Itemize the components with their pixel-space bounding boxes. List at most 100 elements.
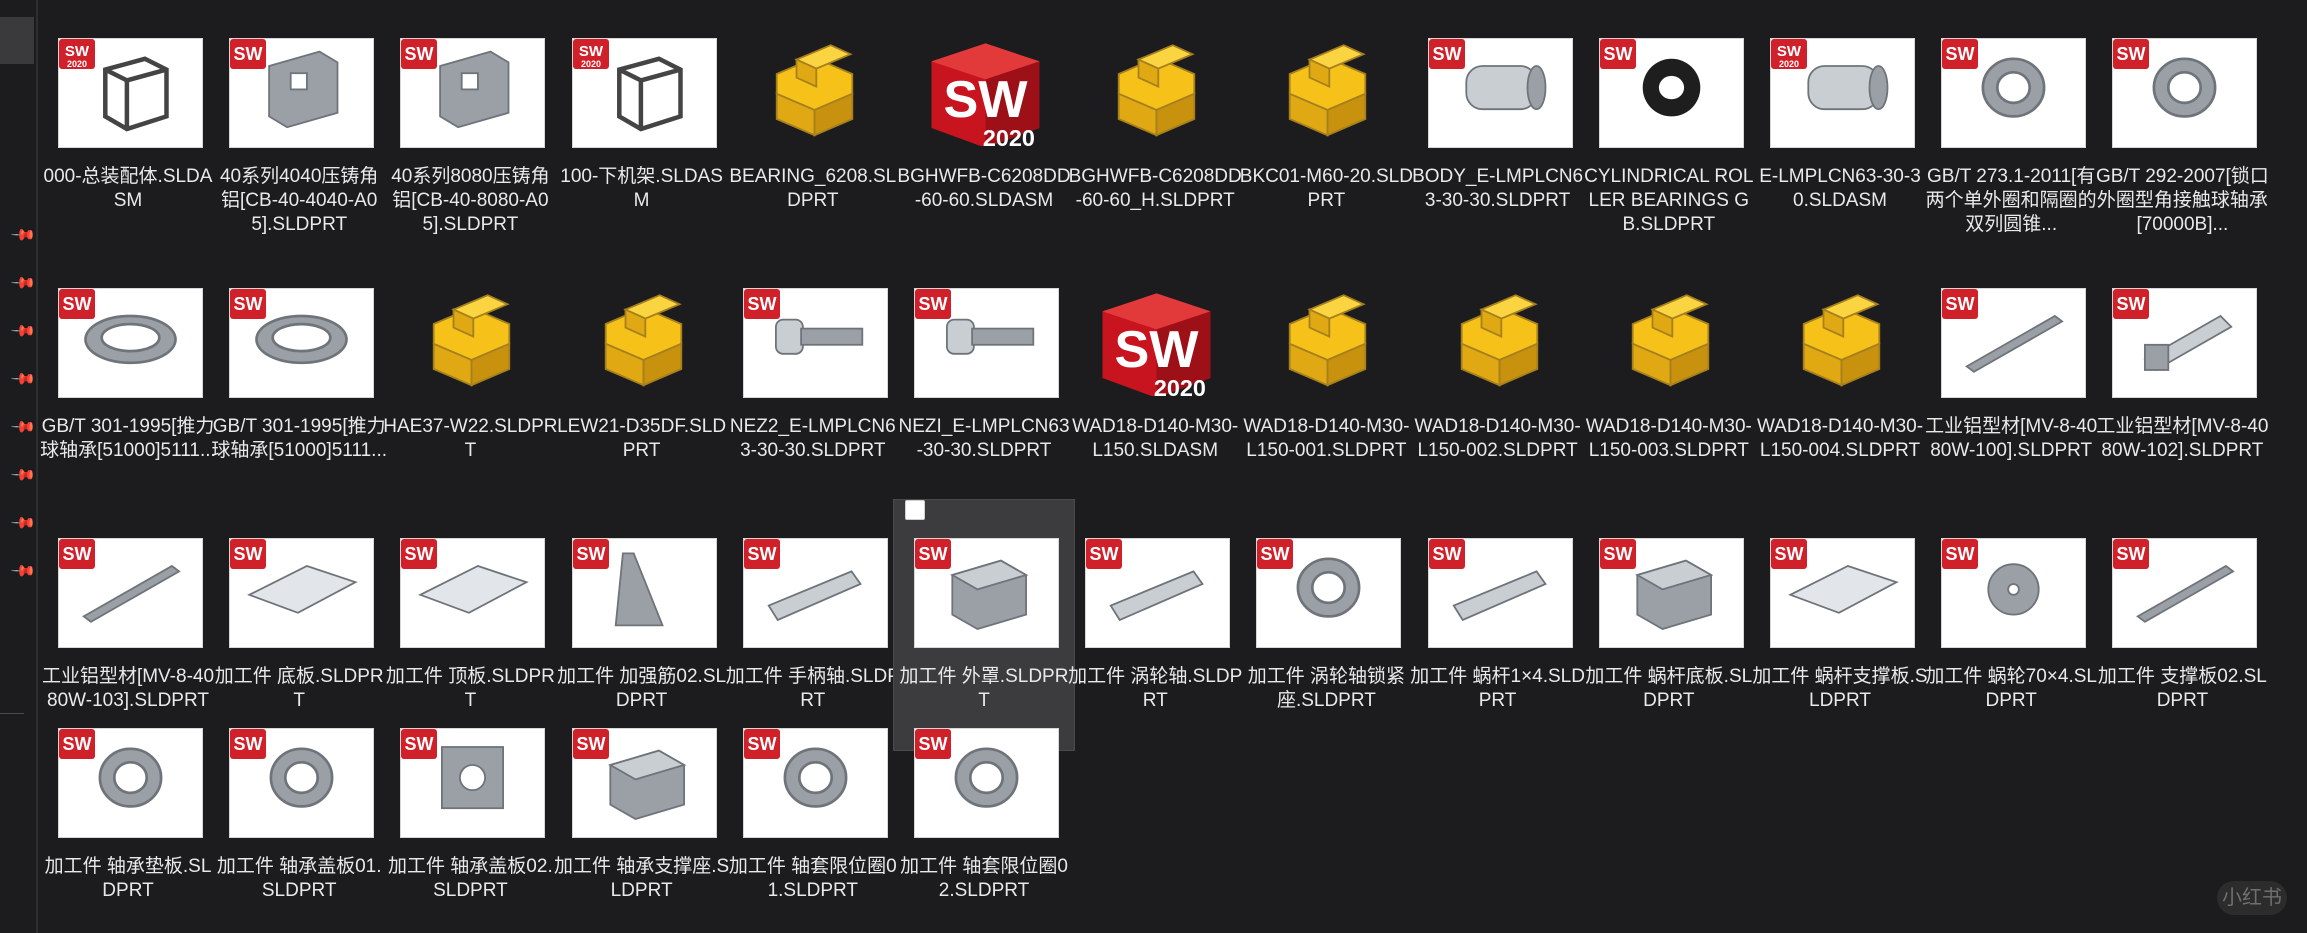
- file-tile[interactable]: HAE37-W22.SLDPRT: [380, 250, 560, 500]
- file-tile[interactable]: SW 加工件 蜗轮70×4.SLDPRT: [1921, 500, 2101, 750]
- screw-thumbnail: SW: [914, 288, 1059, 398]
- svg-text:SW: SW: [405, 44, 434, 64]
- svg-text:SW: SW: [576, 544, 605, 564]
- file-tile[interactable]: SW 2020 100-下机架.SLDASM: [552, 0, 732, 250]
- thrust-bearing-thumbnail: SW: [58, 288, 203, 398]
- file-tile[interactable]: SW NEZ2_E-LMPLCN63-30-30.SLDPRT: [723, 250, 903, 500]
- solidworks-badge-icon: SW: [1771, 539, 1807, 569]
- file-tile[interactable]: LEW21-D35DF.SLDPRT: [552, 250, 732, 500]
- sidebar-selected-item[interactable]: [0, 17, 34, 64]
- pin-icon[interactable]: 📌: [9, 222, 36, 248]
- solidworks-badge-icon: SW: [743, 289, 780, 319]
- file-tile[interactable]: WAD18-D140-M30-L150-003.SLDPRT: [1579, 250, 1759, 500]
- svg-text:SW: SW: [63, 294, 92, 314]
- file-tile[interactable]: SW 加工件 轴承支撑座.SLDPRT: [552, 690, 732, 901]
- file-tile[interactable]: SW GB/T 273.1-2011[有两个单外圈和隔圈的双列圆锥...: [1921, 0, 2101, 250]
- pin-icon[interactable]: 📌: [9, 318, 36, 344]
- part-icon-yellow: [1428, 288, 1571, 396]
- file-name: E-LMPLCN63-30-30.SLDASM: [1759, 166, 1921, 211]
- file-tile[interactable]: WAD18-D140-M30-L150-004.SLDPRT: [1750, 250, 1930, 500]
- file-tile[interactable]: SW 2020 000-总装配体.SLDASM: [38, 0, 218, 250]
- file-tile[interactable]: WAD18-D140-M30-L150-001.SLDPRT: [1236, 250, 1416, 500]
- solidworks-badge-icon: SW: [743, 729, 780, 759]
- coupling-thumbnail: SW 2020: [1770, 38, 1915, 148]
- file-name: 40系列4040压铸角铝[CB-40-4040-A05].SLDPRT: [219, 166, 379, 235]
- svg-text:SW: SW: [2117, 544, 2146, 564]
- solidworks-2020-icon: SW 2020: [914, 38, 1057, 146]
- solidworks-badge-icon: SW: [230, 289, 267, 319]
- file-name: 加工件 轴套限位圈01.SLDPRT: [728, 856, 897, 901]
- file-tile[interactable]: BGHWFB-C6208DD-60-60_H.SLDPRT: [1065, 0, 1245, 250]
- ring-thumbnail: SW: [1256, 538, 1402, 648]
- plate-thumbnail: SW: [229, 538, 375, 648]
- file-tile[interactable]: SW 加工件 支撑板02.SLDPRT: [2092, 500, 2272, 750]
- worm-thumbnail: SW: [1427, 538, 1573, 648]
- pin-icon[interactable]: 📌: [9, 558, 36, 584]
- profile-thumbnail: SW: [1941, 288, 2087, 398]
- svg-text:SW: SW: [1946, 294, 1975, 314]
- file-tile[interactable]: SW 加工件 涡轮轴.SLDPRT: [1065, 500, 1245, 750]
- file-name: 000-总装配体.SLDASM: [43, 166, 213, 211]
- svg-text:SW: SW: [405, 734, 434, 754]
- file-tile[interactable]: BKC01-M60-20.SLDPRT: [1236, 0, 1416, 250]
- part-icon-yellow: [743, 38, 886, 146]
- solidworks-badge-icon: SW: [230, 39, 267, 69]
- part-icon-yellow: [1256, 288, 1399, 396]
- file-tile[interactable]: SW 加工件 涡轮轴锁紧座.SLDPRT: [1236, 500, 1416, 750]
- solidworks-badge-icon: SW: [401, 539, 438, 569]
- file-tile[interactable]: SW 加工件 蜗杆支撑板.SLDPRT: [1750, 500, 1930, 750]
- file-grid: SW 2020 000-总装配体.SLDASM SW 40系列4040压铸角铝[CB-4…: [40, 0, 2278, 933]
- solidworks-badge-icon: SW: [59, 289, 95, 319]
- solidworks-badge-icon: SW: [915, 289, 951, 319]
- file-tile[interactable]: SW CYLINDRICAL ROLLER BEARINGS GB.SLDPRT: [1579, 0, 1759, 250]
- file-tile[interactable]: SW 40系列4040压铸角铝[CB-40-4040-A05].SLDPRT: [209, 0, 389, 250]
- pin-icon[interactable]: 📌: [9, 270, 36, 296]
- svg-text:SW: SW: [234, 544, 263, 564]
- svg-text:SW: SW: [234, 44, 263, 64]
- file-tile[interactable]: SW 加工件 轴套限位圈02.SLDPRT: [894, 690, 1074, 901]
- solidworks-badge-icon: SW2020: [59, 39, 95, 69]
- svg-text:SW: SW: [747, 734, 776, 754]
- file-tile[interactable]: SW 40系列8080压铸角铝[CB-40-8080-A05].SLDPRT: [380, 0, 560, 250]
- file-tile[interactable]: SW 工业铝型材[MV-8-4080W-100].SLDPRT: [1921, 250, 2101, 500]
- file-tile[interactable]: WAD18-D140-M30-L150-002.SLDPRT: [1408, 250, 1588, 500]
- file-name: LEW21-D35DF.SLDPRT: [557, 416, 727, 461]
- pin-icon[interactable]: 📌: [9, 366, 36, 392]
- svg-text:SW: SW: [1432, 544, 1461, 564]
- file-name: 工业铝型材[MV-8-4080W-100].SLDPRT: [1925, 416, 2098, 461]
- file-tile[interactable]: SW 加工件 轴承盖板02.SLDPRT: [380, 690, 560, 901]
- file-tile[interactable]: SW 2020 BGHWFB-C6208DD-60-60.SLDASM: [894, 0, 1074, 250]
- file-tile[interactable]: SW 加工件 蜗杆1×4.SLDPRT: [1408, 500, 1588, 750]
- file-name: BEARING_6208.SLDPRT: [729, 166, 897, 211]
- plate-thumbnail: SW: [1770, 538, 1915, 648]
- file-tile[interactable]: SW 2020 E-LMPLCN63-30-30.SLDASM: [1750, 0, 1930, 250]
- file-tile[interactable]: SW GB/T 301-1995[推力球轴承[51000]5111...: [38, 250, 218, 500]
- file-tile[interactable]: SW BODY_E-LMPLCN63-30-30.SLDPRT: [1408, 0, 1588, 250]
- pin-icon[interactable]: 📌: [9, 462, 36, 488]
- file-tile[interactable]: SW 加工件 轴承盖板01.SLDPRT: [209, 690, 389, 901]
- pin-icon[interactable]: 📌: [9, 510, 36, 536]
- svg-text:2020: 2020: [581, 59, 601, 69]
- file-tile[interactable]: SW GB/T 292-2007[锁口外圈型角接触球轴承[70000B]...: [2092, 0, 2272, 250]
- support-thumbnail: SW: [571, 728, 717, 838]
- file-tile[interactable]: SW GB/T 301-1995[推力球轴承[51000]5111...: [209, 250, 389, 500]
- file-name: 加工件 支撑板02.SLDPRT: [2097, 666, 2267, 711]
- file-tile[interactable]: SW 加工件 蜗杆底板.SLDPRT: [1579, 500, 1759, 750]
- file-tile[interactable]: BEARING_6208.SLDPRT: [723, 0, 903, 250]
- solidworks-badge-icon: SW: [1942, 39, 1979, 69]
- coupling-thumbnail: SW: [1427, 38, 1573, 148]
- file-tile[interactable]: SW 加工件 轴套限位圈01.SLDPRT: [723, 690, 903, 901]
- file-tile[interactable]: SW 工业铝型材[MV-8-4080W-102].SLDPRT: [2092, 250, 2272, 500]
- part-icon-yellow: [1599, 288, 1742, 396]
- file-name: 工业铝型材[MV-8-4080W-102].SLDPRT: [2096, 416, 2269, 461]
- selection-checkbox[interactable]: [905, 500, 925, 520]
- file-tile[interactable]: SW 加工件 轴承垫板.SLDPRT: [38, 690, 218, 901]
- svg-text:SW: SW: [63, 544, 92, 564]
- svg-text:2020: 2020: [67, 59, 87, 69]
- file-name: 加工件 涡轮轴.SLDPRT: [1068, 666, 1243, 711]
- pin-icon[interactable]: 📌: [9, 414, 36, 440]
- bar-thumbnail: SW: [2112, 538, 2258, 648]
- block-thumbnail: SW: [1598, 538, 1744, 648]
- file-tile[interactable]: SW 2020 WAD18-D140-M30-L150.SLDASM: [1065, 250, 1245, 500]
- file-tile[interactable]: SW NEZI_E-LMPLCN63-30-30.SLDPRT: [894, 250, 1074, 500]
